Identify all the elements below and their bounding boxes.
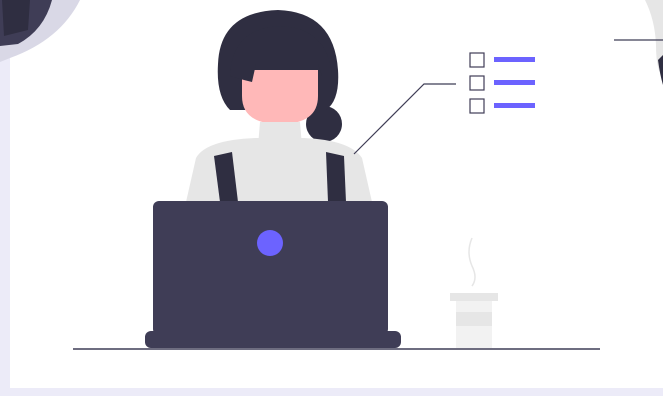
checkbox-3	[469, 98, 485, 114]
list-line-3	[494, 103, 535, 108]
logo-dot	[257, 230, 283, 256]
list-line-1	[494, 57, 535, 62]
checklist-icon	[469, 52, 535, 114]
checkbox-2	[469, 75, 485, 91]
checkbox-1	[469, 52, 485, 68]
corner-decoration-left	[0, 0, 80, 62]
woman-at-laptop-illustration	[0, 0, 663, 350]
person-icon	[186, 10, 372, 202]
callout-line	[353, 83, 456, 155]
illustration-page	[0, 0, 663, 396]
list-line-2	[494, 80, 535, 85]
coffee-cup-icon	[450, 237, 498, 348]
laptop-icon	[145, 201, 401, 348]
corner-decoration-right	[614, 0, 663, 85]
